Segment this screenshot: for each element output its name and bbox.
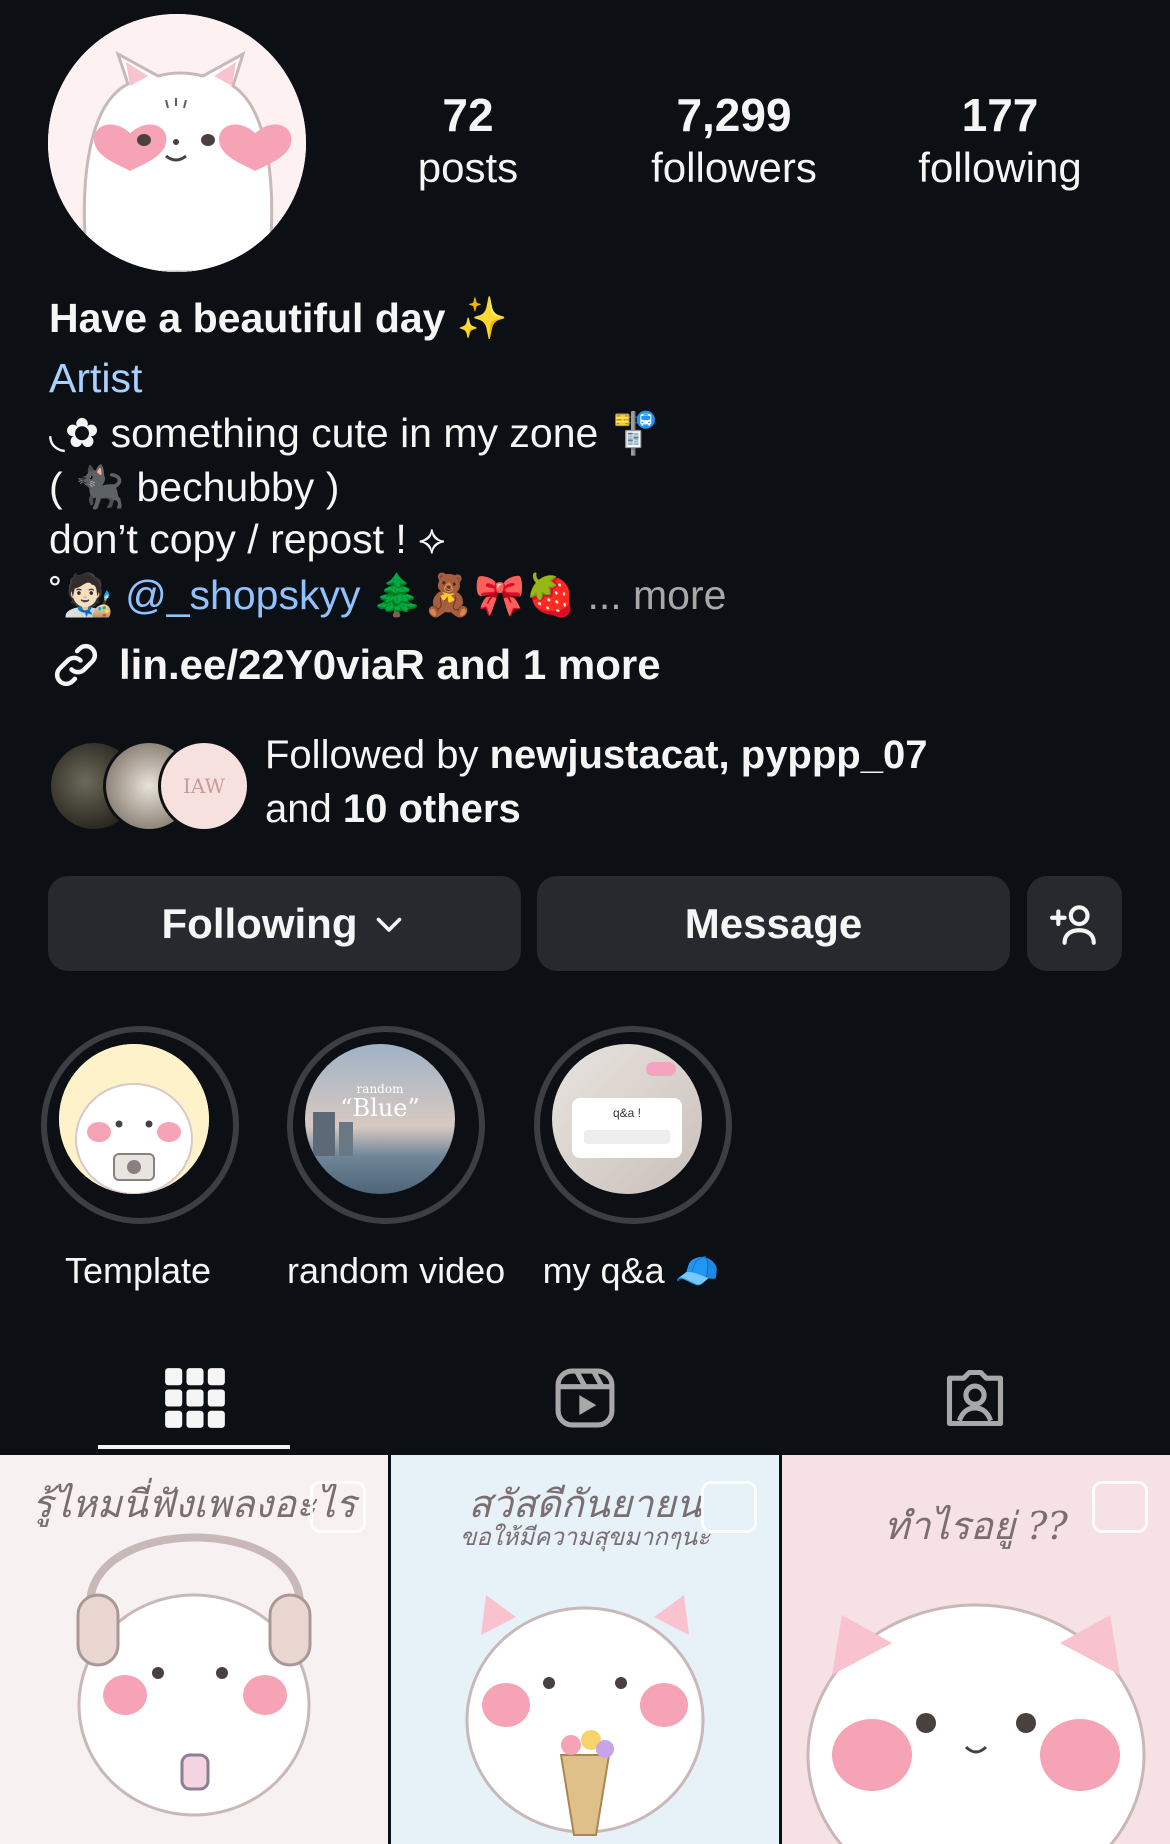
- following-count[interactable]: 177 following: [880, 88, 1120, 194]
- active-tab-indicator: [98, 1445, 290, 1449]
- profile-category: Artist: [49, 355, 143, 401]
- building-shape: [313, 1112, 335, 1156]
- profile-link[interactable]: lin.ee/22Y0viaR and 1 more: [49, 638, 661, 692]
- message-button[interactable]: Message: [537, 876, 1010, 971]
- reels-icon: [555, 1368, 615, 1428]
- following-button[interactable]: Following: [48, 876, 521, 971]
- chevron-down-icon: [377, 917, 402, 932]
- message-button-label: Message: [684, 899, 863, 947]
- highlight-label: my q&a 🧢: [542, 1250, 720, 1291]
- cat-camera-illustration: [59, 1044, 209, 1194]
- building-shape: [339, 1122, 353, 1156]
- highlight-ring: random “Blue”: [287, 1026, 485, 1224]
- following-label: following: [918, 144, 1082, 191]
- posts-number: 72: [442, 89, 494, 141]
- highlight-my-qa[interactable]: q&a ! my q&a 🧢: [534, 1026, 732, 1292]
- followed-by-prefix: Followed by: [265, 733, 490, 777]
- highlight-label: Template: [64, 1250, 212, 1291]
- followed-by-names: newjustacat, pyppp_07: [489, 733, 928, 777]
- cat-avatar-illustration: [48, 14, 306, 272]
- tab-posts-grid[interactable]: [0, 1348, 390, 1448]
- bio-line-4-prefix: ˚🧑🏻‍🎨: [49, 572, 126, 618]
- bio-mention-link[interactable]: @_shopskyy: [125, 572, 360, 618]
- bio-line-4: ˚🧑🏻‍🎨 @_shopskyy 🌲🧸🎀🍓 ... more: [49, 569, 726, 621]
- bio-line-4-suffix: 🌲🧸🎀🍓: [360, 572, 577, 618]
- tab-reels[interactable]: [390, 1348, 780, 1448]
- qa-card: q&a !: [572, 1098, 682, 1158]
- highlight-ring: [41, 1026, 239, 1224]
- qa-sticker: [646, 1062, 676, 1076]
- following-button-label: Following: [161, 899, 358, 947]
- profile-link-text: lin.ee/22Y0viaR and 1 more: [119, 641, 661, 688]
- followed-by-text[interactable]: Followed by newjustacat, pyppp_07 and 10…: [265, 728, 927, 836]
- mutual-followers-avatars[interactable]: IAW: [48, 740, 250, 832]
- tab-tagged[interactable]: [780, 1348, 1170, 1448]
- qa-card-text: q&a !: [612, 1106, 642, 1120]
- highlight-ring: q&a !: [534, 1026, 732, 1224]
- bio-more-button[interactable]: ... more: [587, 572, 726, 618]
- cat-bouquet-illustration: [465, 1595, 705, 1836]
- profile-name: Have a beautiful day ✨: [49, 295, 508, 341]
- link-icon: [54, 643, 98, 687]
- followed-by-line2-prefix: and: [265, 787, 343, 831]
- followed-by-others: 10 others: [342, 787, 521, 831]
- bio-line-1: ◟✿ something cute in my zone 🚏: [49, 410, 661, 456]
- bio-line-3: don’t copy / repost ! ⟡: [49, 516, 446, 562]
- posts-count[interactable]: 72 posts: [348, 88, 588, 194]
- highlight-template[interactable]: Template: [41, 1026, 239, 1292]
- grid-icon: [165, 1368, 225, 1428]
- mutual-avatar-3: IAW: [158, 740, 250, 832]
- bio-line-2: ( 🐈‍⬛ bechubby ): [49, 464, 340, 510]
- qa-card-input: [584, 1130, 670, 1144]
- highlight-thumb-random-video: random “Blue”: [305, 1044, 455, 1194]
- followers-count[interactable]: 7,299 followers: [614, 88, 854, 194]
- followers-label: followers: [651, 144, 817, 191]
- post-tile[interactable]: รู้ไหมนี่ฟังเพลงอะไร: [0, 1455, 388, 1844]
- post-tile[interactable]: ทำไรอยู่ ??: [782, 1455, 1170, 1844]
- followers-number: 7,299: [676, 89, 792, 141]
- highlight-label: random video: [287, 1250, 506, 1291]
- following-number: 177: [961, 89, 1039, 141]
- add-person-icon: [1049, 904, 1096, 945]
- tagged-icon: [946, 1369, 1004, 1427]
- highlight-thumb-template: [59, 1044, 209, 1194]
- highlight-thumb-qa: q&a !: [552, 1044, 702, 1194]
- suggested-users-button[interactable]: [1027, 876, 1122, 971]
- cat-headphones-illustration: [76, 1533, 312, 1817]
- mutual-avatar-3-text: IAW: [182, 774, 226, 798]
- posts-label: posts: [417, 144, 519, 191]
- profile-avatar[interactable]: [48, 14, 306, 272]
- post-tile[interactable]: สวัสดีกันยายน ขอให้มีความสุขมากๆนะ: [391, 1455, 779, 1844]
- cat-closeup-illustration: [806, 1603, 1146, 1844]
- highlight-random-video[interactable]: random “Blue” random video: [287, 1026, 506, 1292]
